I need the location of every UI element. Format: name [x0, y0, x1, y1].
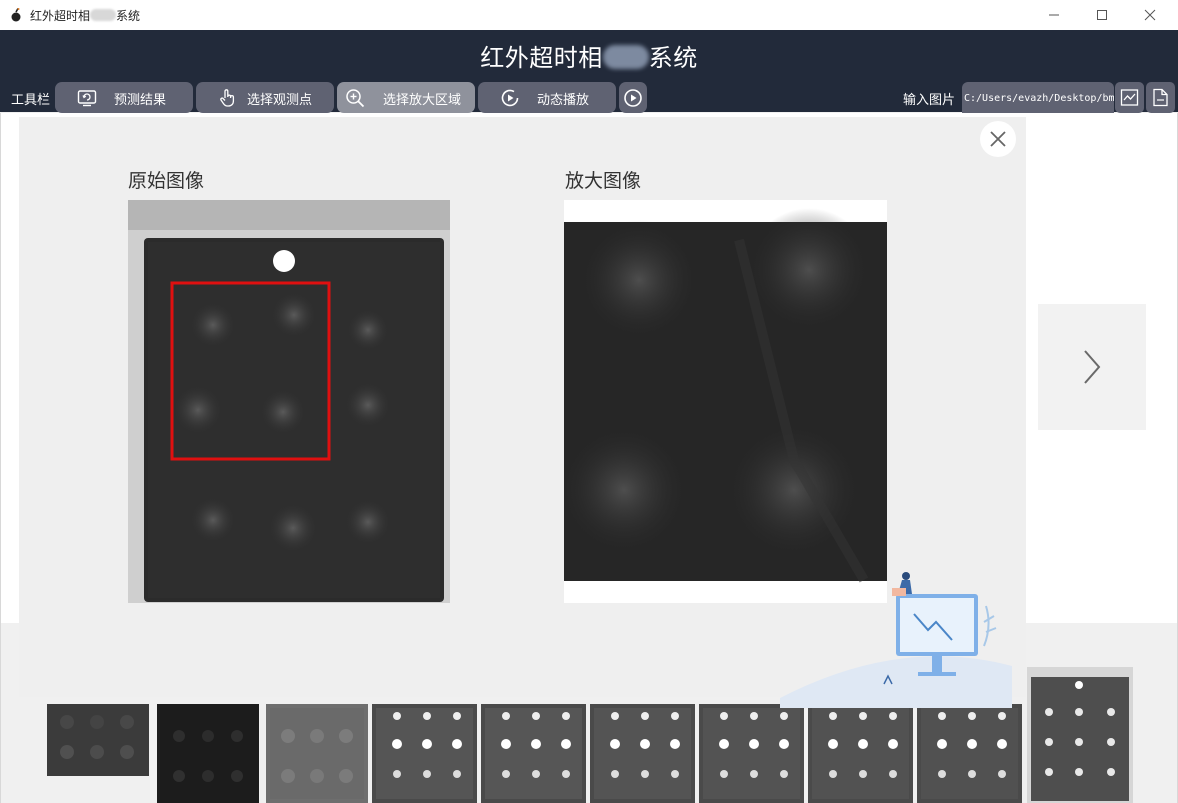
thumbnail-image [699, 704, 804, 803]
file-icon [1153, 88, 1168, 107]
play-circle-icon [501, 89, 519, 107]
app-title: 红外超时相 系统 [480, 44, 698, 72]
thumbnail-image [1027, 667, 1133, 803]
zoomed-image [564, 200, 887, 603]
dynamic-play-button[interactable]: 动态播放 [478, 82, 616, 113]
infrared-original-image [128, 200, 450, 603]
thumbnail-frame[interactable] [590, 704, 695, 803]
thumbnail-frame[interactable] [266, 704, 368, 803]
original-image[interactable] [128, 200, 450, 603]
thumbnail-image [47, 704, 149, 776]
image-path-input[interactable]: C:/Users/evazh/Desktop/bmp [962, 82, 1114, 113]
original-image-title: 原始图像 [128, 170, 205, 192]
thumbnail-image [266, 704, 368, 803]
minimize-button[interactable] [1030, 0, 1078, 30]
maximize-button[interactable] [1078, 0, 1126, 30]
chart-icon [1120, 89, 1139, 106]
thumbnail-image [481, 704, 586, 803]
next-image-button[interactable] [1038, 304, 1146, 430]
redacted-text [90, 9, 117, 21]
input-image-label: 输入图片 [903, 93, 956, 108]
thumbnail-frame[interactable] [699, 704, 804, 803]
thumbnail-frame[interactable] [157, 704, 259, 803]
minimize-icon [1049, 14, 1059, 16]
thumbnail-image [808, 704, 913, 803]
select-zoom-area-button[interactable]: 选择放大区域 [337, 82, 475, 113]
close-icon [990, 131, 1006, 147]
thumbnail-frame[interactable] [47, 704, 149, 776]
thumbnail-frame[interactable] [372, 704, 477, 803]
app-logo-icon [11, 8, 21, 22]
chevron-right-icon [1084, 350, 1101, 384]
select-zoom-area-label: 选择放大区域 [383, 93, 462, 108]
zoom-in-icon [346, 89, 365, 108]
monitor-illustration-icon [780, 572, 1012, 708]
play-circle-icon [624, 89, 642, 107]
thumbnail-image [157, 704, 259, 803]
select-observation-point-button[interactable]: 选择观测点 [196, 82, 334, 113]
zoom-image-title: 放大图像 [565, 170, 642, 192]
app-window: 红外超时相 系统 红外超时相 系统 工具栏 预测结果 选择观测点 选择放大区域 … [0, 0, 1178, 803]
predict-result-label: 预测结果 [114, 93, 167, 108]
popup-close-button[interactable] [980, 121, 1016, 157]
dynamic-play-label: 动态播放 [537, 93, 590, 108]
thumbnail-image [917, 704, 1022, 803]
thumbnail-frame[interactable] [481, 704, 586, 803]
hand-pointer-icon [220, 89, 235, 107]
close-window-button[interactable] [1126, 0, 1174, 30]
close-icon [1144, 9, 1156, 21]
open-file-button[interactable] [1146, 82, 1175, 113]
select-observation-point-label: 选择观测点 [247, 93, 313, 108]
play-button[interactable] [619, 82, 647, 113]
maximize-icon [1097, 10, 1107, 20]
thumbnail-frame[interactable] [808, 704, 913, 803]
window-titlebar: 红外超时相 系统 [0, 0, 1178, 30]
infrared-zoomed-image [564, 200, 887, 603]
predict-result-button[interactable]: 预测结果 [55, 82, 193, 113]
decorative-illustration [780, 566, 1012, 708]
toolbar-label: 工具栏 [11, 93, 51, 108]
screen-refresh-icon [77, 90, 97, 107]
redacted-text [602, 45, 649, 69]
thumbnail-frame-selected[interactable] [1027, 667, 1133, 803]
thumbnail-frame[interactable] [917, 704, 1022, 803]
thumbnail-image [590, 704, 695, 803]
chart-button[interactable] [1115, 82, 1144, 113]
window-title: 红外超时相 系统 [30, 9, 141, 23]
thumbnail-image [372, 704, 477, 803]
